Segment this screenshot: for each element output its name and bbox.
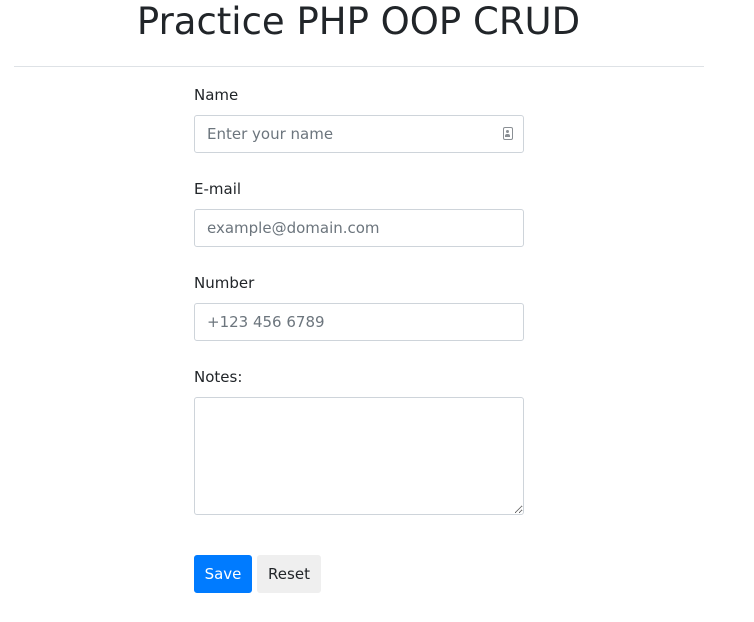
notes-field-group: Notes: bbox=[194, 366, 524, 515]
page: Practice PHP OOP CRUD Name E-mail Number… bbox=[0, 0, 754, 622]
email-label: E-mail bbox=[194, 180, 242, 198]
email-input[interactable] bbox=[194, 209, 524, 247]
name-field-group: Name bbox=[194, 84, 524, 153]
name-label: Name bbox=[194, 86, 239, 104]
notes-label: Notes: bbox=[194, 368, 243, 386]
name-input[interactable] bbox=[194, 115, 524, 153]
page-title: Practice PHP OOP CRUD bbox=[136, 0, 581, 43]
save-button[interactable]: Save bbox=[194, 555, 252, 593]
email-field-group: E-mail bbox=[194, 178, 524, 247]
reset-button[interactable]: Reset bbox=[257, 555, 321, 593]
notes-textarea[interactable] bbox=[194, 397, 524, 515]
number-label: Number bbox=[194, 274, 255, 292]
number-field-group: Number bbox=[194, 272, 524, 341]
header-divider bbox=[14, 66, 704, 67]
number-input[interactable] bbox=[194, 303, 524, 341]
contact-card-icon[interactable] bbox=[503, 127, 513, 140]
